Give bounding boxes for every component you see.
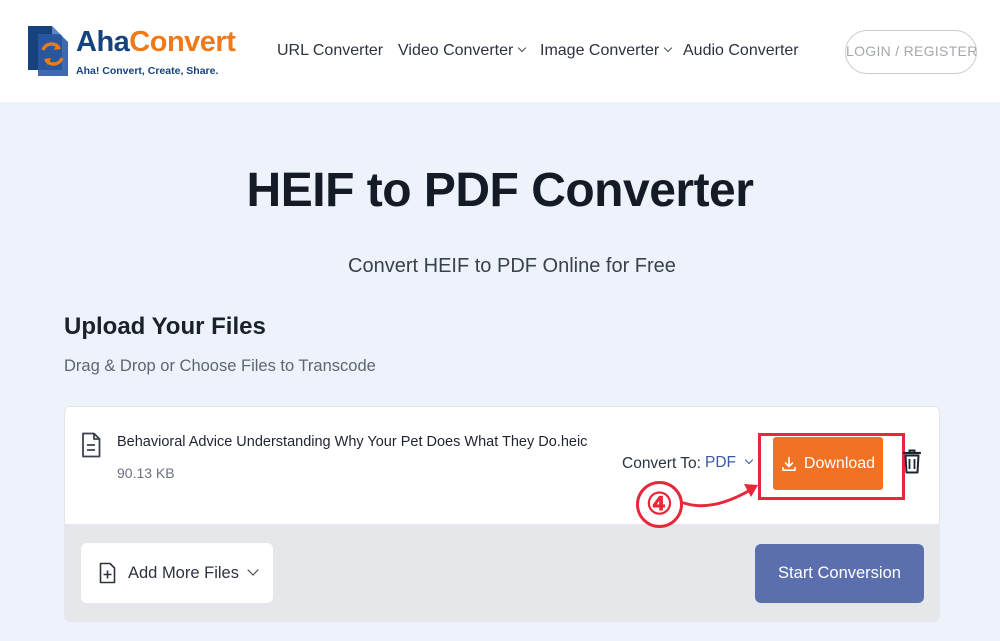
nav-video-converter[interactable]: Video Converter bbox=[398, 42, 527, 60]
chevron-down-icon bbox=[663, 43, 673, 53]
file-size: 90.13 KB bbox=[117, 465, 175, 481]
step-number-badge: ④ bbox=[636, 481, 683, 528]
add-file-icon bbox=[99, 562, 116, 584]
logo-icon bbox=[28, 26, 68, 76]
logo[interactable]: AhaConvert Aha! Convert, Create, Share. bbox=[24, 24, 236, 84]
nav-video-converter-label: Video Converter bbox=[398, 42, 514, 59]
upload-section-title: Upload Your Files bbox=[64, 313, 266, 340]
brand-name-aha: Aha bbox=[76, 26, 130, 58]
chevron-down-icon bbox=[518, 43, 527, 53]
file-icon bbox=[82, 432, 101, 458]
nav-audio-converter-label: Audio Converter bbox=[683, 42, 799, 59]
login-register-button[interactable]: LOGIN / REGISTER bbox=[845, 30, 977, 74]
download-button[interactable]: Download bbox=[773, 437, 883, 490]
download-button-label: Download bbox=[803, 454, 876, 472]
chevron-down-icon bbox=[744, 455, 754, 465]
page-title: HEIF to PDF Converter bbox=[246, 164, 754, 217]
nav-image-converter[interactable]: Image Converter bbox=[540, 42, 673, 60]
upload-panel: Behavioral Advice Understanding Why Your… bbox=[64, 406, 940, 622]
brand-name: AhaConvert bbox=[76, 26, 236, 59]
nav-image-converter-label: Image Converter bbox=[540, 42, 660, 59]
add-more-files-button[interactable]: Add More Files bbox=[81, 543, 273, 603]
format-select[interactable]: PDF bbox=[705, 454, 754, 472]
nav-url-converter-label: URL Converter bbox=[277, 42, 384, 59]
file-name: Behavioral Advice Understanding Why Your… bbox=[117, 434, 588, 450]
nav-url-converter[interactable]: URL Converter bbox=[277, 42, 383, 60]
brand-name-convert: Convert bbox=[129, 26, 236, 58]
arrow-icon bbox=[682, 484, 758, 508]
upload-section-subtitle: Drag & Drop or Choose Files to Transcode bbox=[64, 357, 376, 375]
add-more-files-label: Add More Files bbox=[128, 563, 239, 582]
start-conversion-button[interactable]: Start Conversion bbox=[755, 544, 924, 603]
format-select-value: PDF bbox=[705, 454, 736, 471]
brand-tagline: Aha! Convert, Create, Share. bbox=[76, 65, 219, 77]
download-icon bbox=[782, 456, 796, 471]
chevron-down-icon[interactable] bbox=[247, 564, 259, 576]
page-subtitle: Convert HEIF to PDF Online for Free bbox=[348, 255, 676, 277]
nav-audio-converter[interactable]: Audio Converter bbox=[683, 42, 799, 60]
site-header: AhaConvert Aha! Convert, Create, Share. … bbox=[0, 0, 1000, 102]
convert-to-label: Convert To: bbox=[622, 455, 701, 472]
trash-icon[interactable] bbox=[903, 449, 921, 474]
